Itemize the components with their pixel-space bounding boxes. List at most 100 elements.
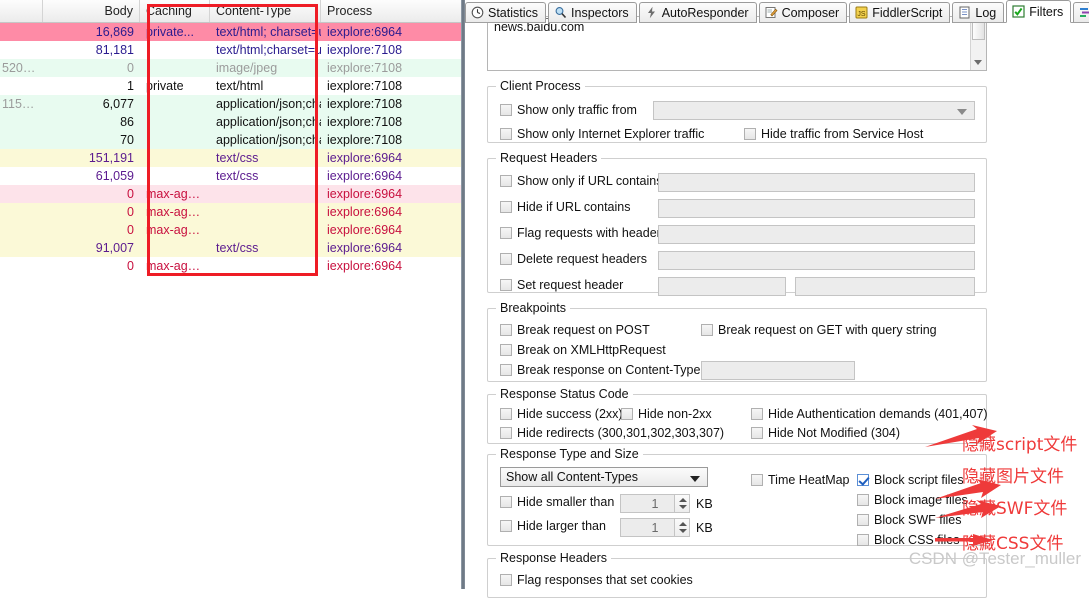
block-swf-files-checkbox[interactable] xyxy=(857,514,869,526)
hide-larger-than-checkbox[interactable] xyxy=(500,520,512,532)
set-request-header-row[interactable]: Set request header xyxy=(500,278,623,292)
show-only-url-contains-checkbox[interactable] xyxy=(500,175,512,187)
table-row[interactable]: 70 application/json;charset=utf-8 iexplore… xyxy=(0,131,461,149)
hide-auth-row[interactable]: Hide Authentication demands (401,407) xyxy=(751,407,988,421)
hide-service-host-row[interactable]: Hide traffic from Service Host xyxy=(744,127,923,141)
tab-statistics[interactable]: Statistics xyxy=(465,2,547,23)
break-xhr-row[interactable]: Break on XMLHttpRequest xyxy=(500,343,666,357)
delete-request-headers-checkbox[interactable] xyxy=(500,253,512,265)
column-header-body[interactable]: Body xyxy=(43,0,140,22)
table-row[interactable]: 151,191 text/css iexplore:6964 xyxy=(0,149,461,167)
chevron-down-icon[interactable] xyxy=(957,109,967,115)
session-rows[interactable]: 16,869 private... text/html; charset=utf-8… xyxy=(0,23,461,275)
hide-url-contains-input[interactable] xyxy=(658,199,975,218)
hide-redirects-row[interactable]: Hide redirects (300,301,302,303,307) xyxy=(500,426,724,440)
set-request-header-value-input[interactable] xyxy=(795,277,975,296)
table-row[interactable]: 0 max-ag… iexplore:6964 xyxy=(0,203,461,221)
hide-larger-than-stepper[interactable]: 1 xyxy=(620,518,690,537)
delete-request-headers-row[interactable]: Delete request headers xyxy=(500,252,647,266)
show-only-traffic-from-row[interactable]: Show only traffic from xyxy=(500,103,637,117)
set-request-header-checkbox[interactable] xyxy=(500,279,512,291)
break-request-post-row[interactable]: Break request on POST xyxy=(500,323,650,337)
table-row[interactable]: 86 application/json;charset=utf-8 iexplore… xyxy=(0,113,461,131)
flag-requests-headers-row[interactable]: Flag requests with headers xyxy=(500,226,667,240)
hide-service-host-checkbox[interactable] xyxy=(744,128,756,140)
stepper-buttons[interactable] xyxy=(674,519,689,536)
break-request-post-checkbox[interactable] xyxy=(500,324,512,336)
table-row[interactable]: 91,007 text/css iexplore:6964 xyxy=(0,239,461,257)
tab-filters[interactable]: Filters xyxy=(1006,0,1072,23)
hide-larger-than-row[interactable]: Hide larger than xyxy=(500,519,606,533)
flag-requests-headers-input[interactable] xyxy=(658,225,975,244)
show-only-traffic-from-checkbox[interactable] xyxy=(500,104,512,116)
content-type-select[interactable]: Show all Content-Types xyxy=(500,467,708,487)
hide-url-contains-row[interactable]: Hide if URL contains xyxy=(500,200,630,214)
chevron-down-icon[interactable] xyxy=(690,476,700,482)
table-row[interactable]: 520… 0 image/jpeg iexplore:7108 xyxy=(0,59,461,77)
client-process-dropdown[interactable] xyxy=(653,101,975,120)
tab-timeline[interactable]: Timeline xyxy=(1073,2,1089,23)
flag-cookies-row[interactable]: Flag responses that set cookies xyxy=(500,573,693,587)
hide-url-contains-checkbox[interactable] xyxy=(500,201,512,213)
tab-strip[interactable]: Statistics Inspectors AutoResponder Comp… xyxy=(465,0,1089,23)
table-row[interactable]: 0 max-ag… iexplore:6964 xyxy=(0,257,461,275)
table-row[interactable]: 0 max-ag… iexplore:6964 xyxy=(0,221,461,239)
break-response-ctype-row[interactable]: Break response on Content-Type xyxy=(500,363,700,377)
hide-auth-checkbox[interactable] xyxy=(751,408,763,420)
set-request-header-name-input[interactable] xyxy=(658,277,786,296)
break-request-get-row[interactable]: Break request on GET with query string xyxy=(701,323,937,337)
block-image-files-row[interactable]: Block image files xyxy=(857,493,968,507)
break-response-ctype-checkbox[interactable] xyxy=(500,364,512,376)
hide-smaller-than-row[interactable]: Hide smaller than xyxy=(500,495,614,509)
hide-redirects-checkbox[interactable] xyxy=(500,427,512,439)
block-css-files-checkbox[interactable] xyxy=(857,534,869,546)
hide-smaller-than-checkbox[interactable] xyxy=(500,496,512,508)
break-request-get-checkbox[interactable] xyxy=(701,324,713,336)
table-row[interactable]: 16,869 private... text/html; charset=utf-8… xyxy=(0,23,461,41)
hide-success-row[interactable]: Hide success (2xx) xyxy=(500,407,623,421)
show-only-url-contains-row[interactable]: Show only if URL contains xyxy=(500,174,662,188)
break-response-ctype-input[interactable] xyxy=(701,361,855,380)
hosts-scrollbar[interactable] xyxy=(970,17,986,70)
table-row[interactable]: 1 private text/html iexplore:7108 xyxy=(0,77,461,95)
block-script-files-checkbox[interactable] xyxy=(857,474,869,486)
delete-request-headers-input[interactable] xyxy=(658,251,975,270)
break-xhr-checkbox[interactable] xyxy=(500,344,512,356)
flag-requests-headers-checkbox[interactable] xyxy=(500,227,512,239)
scroll-down-icon[interactable] xyxy=(974,60,982,65)
column-header-process[interactable]: Process xyxy=(321,0,461,22)
column-header-caching[interactable]: Caching xyxy=(140,0,210,22)
tab-label: Log xyxy=(975,5,997,20)
hosts-list[interactable]: ir.baidu.com news.baidu.com xyxy=(488,17,970,70)
stepper-buttons[interactable] xyxy=(674,495,689,512)
hide-smaller-than-stepper[interactable]: 1 xyxy=(620,494,690,513)
table-row[interactable]: 115… 6,077 application/json;charset=utf-8 i… xyxy=(0,95,461,113)
hide-non2xx-row[interactable]: Hide non-2xx xyxy=(621,407,712,421)
column-header-blank[interactable] xyxy=(0,0,43,22)
time-heatmap-row[interactable]: Time HeatMap xyxy=(751,473,850,487)
hide-not-modified-row[interactable]: Hide Not Modified (304) xyxy=(751,426,900,440)
flag-cookies-checkbox[interactable] xyxy=(500,574,512,586)
block-script-files-row[interactable]: Block script files xyxy=(857,473,964,487)
tab-composer[interactable]: Composer xyxy=(758,2,848,23)
tab-inspectors[interactable]: Inspectors xyxy=(548,2,637,23)
block-image-files-checkbox[interactable] xyxy=(857,494,869,506)
table-row[interactable]: 81,181 text/html;charset=utf-8 iexplore:71… xyxy=(0,41,461,59)
show-only-ie-traffic-checkbox[interactable] xyxy=(500,128,512,140)
column-header-content-type[interactable]: Content-Type xyxy=(210,0,321,22)
block-css-files-row[interactable]: Block CSS files xyxy=(857,533,959,547)
tab-fiddlerscript[interactable]: JS FiddlerScript xyxy=(849,2,951,23)
table-row[interactable]: 0 max-ag… iexplore:6964 xyxy=(0,185,461,203)
show-only-url-contains-input[interactable] xyxy=(658,173,975,192)
hide-not-modified-checkbox[interactable] xyxy=(751,427,763,439)
tab-autoresponder[interactable]: AutoResponder xyxy=(638,2,757,23)
tab-log[interactable]: Log xyxy=(952,2,1005,23)
session-list-pane[interactable]: Body Caching Content-Type Process 16,869… xyxy=(0,0,461,589)
block-swf-files-row[interactable]: Block SWF files xyxy=(857,513,962,527)
show-only-ie-traffic-row[interactable]: Show only Internet Explorer traffic xyxy=(500,127,704,141)
table-row[interactable]: 61,059 text/css iexplore:6964 xyxy=(0,167,461,185)
hosts-listbox[interactable]: ir.baidu.com news.baidu.com xyxy=(487,16,987,71)
hide-non2xx-checkbox[interactable] xyxy=(621,408,633,420)
time-heatmap-checkbox[interactable] xyxy=(751,474,763,486)
hide-success-checkbox[interactable] xyxy=(500,408,512,420)
